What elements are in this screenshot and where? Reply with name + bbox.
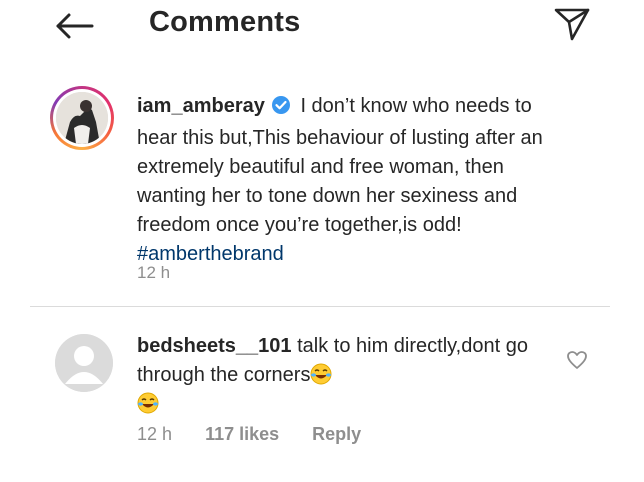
- caption-timestamp: 12 h: [137, 263, 171, 282]
- likes-count[interactable]: 117 likes: [205, 424, 279, 444]
- header-bar: Comments: [0, 0, 644, 56]
- caption-text: iam_amberay I don’t know who needs to he…: [137, 92, 577, 269]
- comment-timestamp: 12 h: [137, 424, 173, 444]
- verified-badge-icon: [271, 95, 291, 124]
- share-button[interactable]: [552, 6, 592, 42]
- paper-plane-icon: [554, 8, 590, 41]
- laughing-emoji-icon: [137, 392, 159, 414]
- comment-avatar[interactable]: [55, 334, 113, 392]
- default-avatar-icon: [55, 334, 113, 392]
- reply-button[interactable]: Reply: [312, 424, 361, 444]
- back-button[interactable]: [52, 10, 96, 42]
- divider: [30, 306, 610, 307]
- laughing-emoji-icon: [310, 363, 332, 385]
- avatar[interactable]: [50, 86, 114, 150]
- comment-meta: 12 h 117 likes Reply: [137, 424, 389, 445]
- caption-username[interactable]: iam_amberay: [137, 95, 265, 117]
- like-button[interactable]: [566, 350, 588, 370]
- heart-icon: [567, 351, 587, 369]
- arrow-left-icon: [56, 13, 94, 39]
- comment-text: bedsheets__101 talk to him directly,dont…: [137, 332, 537, 419]
- comment-username[interactable]: bedsheets__101: [137, 335, 292, 357]
- page-title: Comments: [149, 6, 301, 38]
- hashtag-link[interactable]: #amberthebrand: [137, 243, 284, 265]
